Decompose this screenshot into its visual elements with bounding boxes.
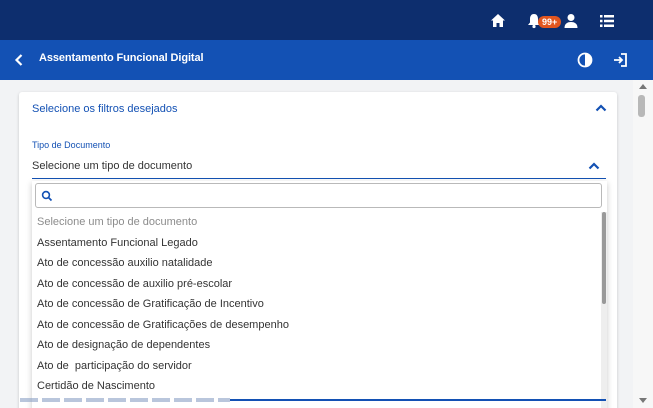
back-arrow-icon[interactable] (10, 51, 28, 69)
scroll-up-icon[interactable] (639, 84, 647, 89)
user-icon[interactable] (562, 12, 580, 30)
option-item[interactable]: Ato de participação do servidor (32, 356, 601, 377)
chevron-up-icon[interactable] (587, 159, 601, 173)
list-icon[interactable] (598, 12, 616, 30)
scroll-down-icon[interactable] (639, 398, 647, 403)
option-item[interactable]: Ato de concessão de Gratificação de Ince… (32, 294, 601, 315)
logout-icon[interactable] (611, 51, 629, 69)
document-type-dropdown: Selecione um tipo de documento Assentame… (32, 181, 607, 408)
top-navbar: 99+ (0, 0, 653, 40)
dropdown-scroll-thumb[interactable] (602, 212, 606, 304)
option-item[interactable]: Ato de designação de dependentes (32, 335, 601, 356)
page-scrollbar[interactable] (633, 80, 653, 408)
option-item[interactable]: Certidão de Nascimento (32, 376, 601, 397)
obscured-field-text (20, 398, 230, 402)
document-type-label: Tipo de Documento (32, 140, 111, 150)
option-placeholder[interactable]: Selecione um tipo de documento (32, 212, 601, 233)
field-underline (230, 399, 606, 401)
contrast-icon[interactable] (576, 51, 594, 69)
document-type-select[interactable]: Selecione um tipo de documento (32, 154, 606, 179)
chevron-up-icon[interactable] (594, 101, 608, 115)
app-header: Assentamento Funcional Digital (0, 40, 653, 80)
dropdown-scrollbar[interactable] (601, 212, 607, 408)
option-item[interactable]: Assentamento Funcional Legado (32, 233, 601, 254)
dropdown-search-box[interactable] (35, 183, 602, 208)
option-item[interactable]: Ato de concessão de auxilio pré-escolar (32, 274, 601, 295)
notification-badge[interactable]: 99+ (538, 16, 562, 28)
home-icon[interactable] (489, 12, 507, 30)
search-icon (41, 190, 53, 202)
document-type-selected-value: Selecione um tipo de documento (32, 160, 193, 172)
filters-header[interactable]: Selecione os filtros desejados (32, 103, 178, 115)
filters-card: Selecione os filtros desejados Tipo de D… (19, 92, 617, 408)
option-item[interactable]: Ato de concessão auxilio natalidade (32, 253, 601, 274)
scroll-thumb[interactable] (638, 95, 645, 117)
dropdown-search-input[interactable] (58, 187, 598, 205)
option-list[interactable]: Selecione um tipo de documento Assentame… (32, 212, 601, 408)
page-title: Assentamento Funcional Digital (39, 52, 204, 64)
option-item[interactable]: Ato de concessão de Gratificações de des… (32, 315, 601, 336)
